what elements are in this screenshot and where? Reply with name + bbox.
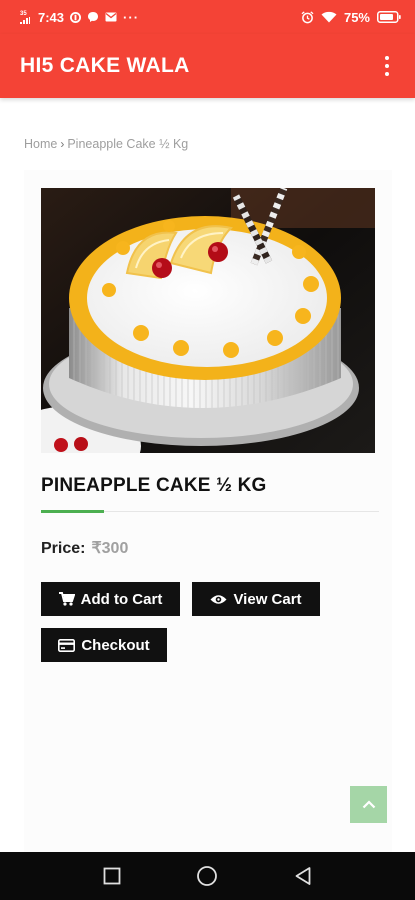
eye-icon [210,594,227,604]
alarm-icon [301,10,314,24]
scroll-to-top-button[interactable] [350,786,387,823]
product-title: PINEAPPLE CAKE ½ KG [41,475,267,496]
add-to-cart-button[interactable]: Add to Cart [41,582,180,616]
price-row: Price: ₹300 [41,538,128,558]
system-nav-bar [0,852,415,900]
app-title: HI5 CAKE WALA [20,54,190,77]
cart-icon [58,592,75,606]
recents-button[interactable] [92,856,132,896]
back-button[interactable] [283,856,323,896]
recents-square-icon [103,867,121,885]
battery-icon [377,11,401,23]
checkout-button[interactable]: Checkout [41,628,167,662]
breadcrumb-home-link[interactable]: Home [24,137,57,151]
home-circle-icon [197,866,218,886]
product-image[interactable] [41,188,375,453]
breadcrumb: Home › Pineapple Cake ½ Kg [24,137,188,151]
more-vertical-icon[interactable] [377,52,397,80]
wifi-icon [321,11,337,23]
view-cart-label: View Cart [233,590,302,608]
view-cart-button[interactable]: View Cart [192,582,320,616]
price-label: Price: [41,540,86,557]
price-value: ₹300 [91,540,129,557]
breadcrumb-separator: › [60,137,65,151]
battery-percent: 75% [343,9,370,25]
credit-card-icon [58,638,76,652]
messenger-icon [87,11,99,23]
pineapple-cake-image [41,188,375,453]
home-button[interactable] [187,856,227,896]
chevron-up-icon [362,800,375,809]
signal-icon [20,16,30,24]
status-bar: 35 7:43 ··· 75% [0,0,415,34]
add-to-cart-label: Add to Cart [80,590,163,608]
checkout-label: Checkout [81,636,150,654]
status-bar-left: 35 7:43 ··· [20,10,139,25]
title-accent-bar [41,510,104,513]
product-card: PINEAPPLE CAKE ½ KG Price: ₹300 Add to C… [24,170,392,852]
data-saver-icon [70,11,82,23]
app-bar: HI5 CAKE WALA [0,34,415,98]
clock: 7:43 [38,9,65,25]
back-triangle-icon [295,867,311,885]
mail-icon [105,12,117,22]
network-indicator: 35 [20,11,30,24]
status-bar-right: 75% [301,10,401,25]
breadcrumb-current: Pineapple Cake ½ Kg [67,137,189,151]
more-notifications-icon: ··· [123,9,140,25]
